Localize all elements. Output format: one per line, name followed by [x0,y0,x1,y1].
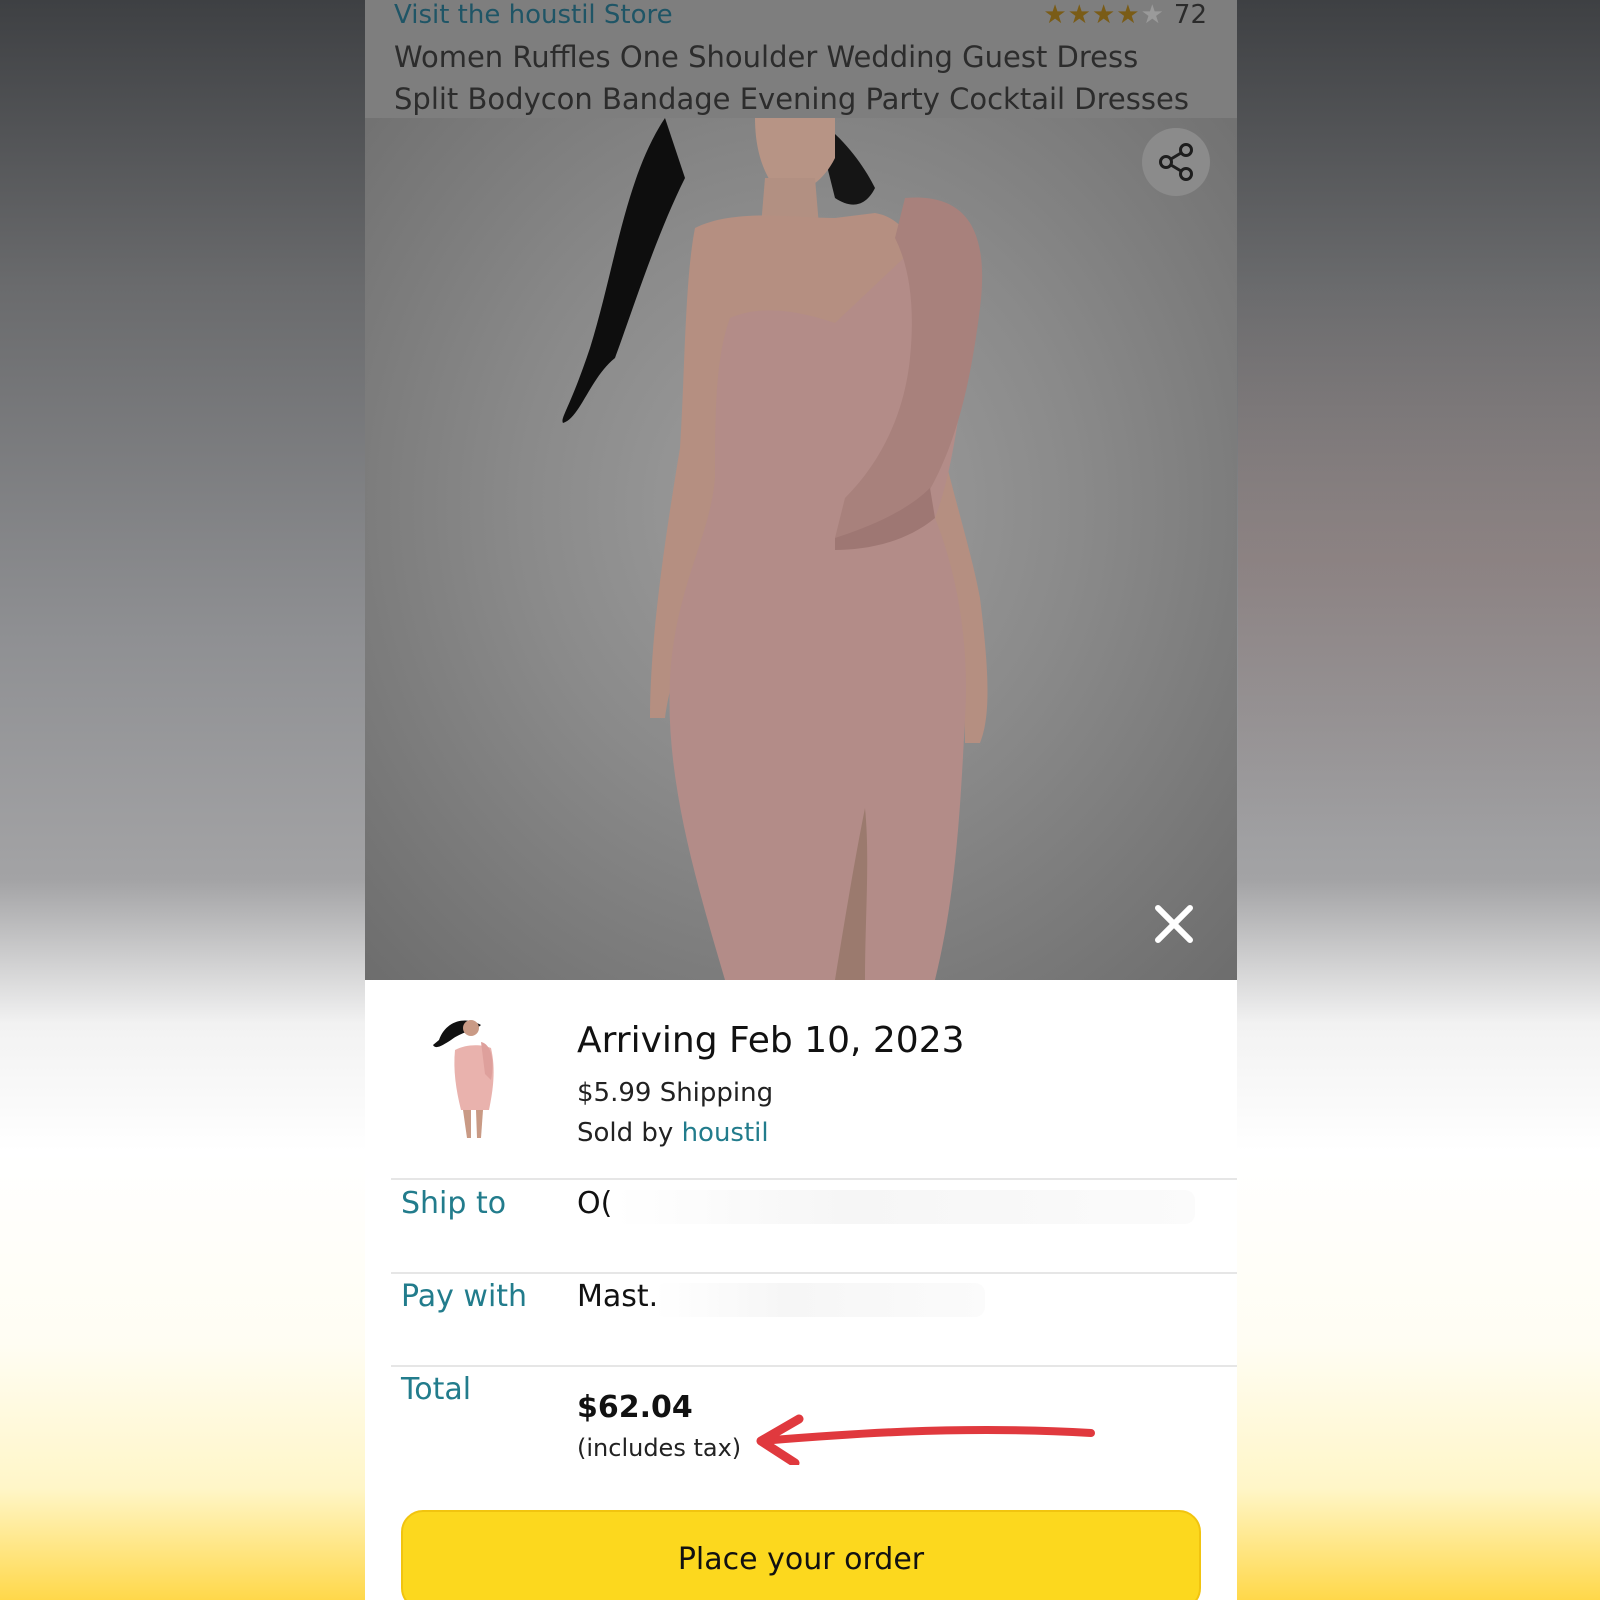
total-amount: $62.04 [577,1390,693,1425]
blurred-background-left [0,0,365,1600]
sold-by: Sold by houstil [577,1118,769,1148]
product-image-viewer[interactable] [365,118,1237,980]
divider [391,1178,1237,1180]
share-icon [1159,143,1193,181]
product-photo [562,118,988,980]
star-rating: ★ ★ ★ ★ ★ [1043,2,1164,28]
blurred-background-tint [1238,280,1600,840]
close-icon [1155,905,1193,943]
ship-to-label[interactable]: Ship to [401,1186,506,1221]
star-full-icon: ★ [1116,0,1140,30]
close-button[interactable] [1146,896,1202,952]
star-full-icon: ★ [1043,0,1067,30]
product-header: Visit the houstil Store ★ ★ ★ ★ ★ 72 Wom… [365,0,1237,118]
red-arrow-annotation-icon [756,1414,1095,1465]
pay-with-value[interactable]: Mast. [577,1279,658,1314]
shipping-cost: $5.99 Shipping [577,1078,774,1108]
delivery-date: Arriving Feb 10, 2023 [577,1020,965,1061]
star-empty-icon: ★ [1140,0,1164,30]
sold-by-prefix: Sold by [577,1118,674,1148]
redacted-address [615,1190,1195,1224]
rating[interactable]: ★ ★ ★ ★ ★ 72 [1043,0,1207,30]
share-button[interactable] [1142,128,1210,196]
redacted-payment [655,1283,985,1317]
phone-screen: Visit the houstil Store ★ ★ ★ ★ ★ 72 Wom… [365,0,1237,1600]
star-full-icon: ★ [1091,0,1116,30]
divider [391,1365,1237,1367]
seller-link[interactable]: houstil [682,1118,769,1148]
tax-note: (includes tax) [577,1434,742,1462]
order-summary-sheet: Arriving Feb 10, 2023 $5.99 Shipping Sol… [365,980,1237,1600]
divider [391,1272,1237,1274]
store-link[interactable]: Visit the houstil Store [394,0,673,30]
place-order-button[interactable]: Place your order [401,1510,1201,1600]
product-thumbnail[interactable] [421,1010,511,1144]
ship-to-value[interactable]: O( [577,1186,612,1221]
star-full-icon: ★ [1067,0,1091,30]
pay-with-label[interactable]: Pay with [401,1279,527,1314]
total-label: Total [401,1372,472,1407]
product-title: Women Ruffles One Shoulder Wedding Guest… [394,40,1189,116]
review-count: 72 [1173,0,1207,30]
